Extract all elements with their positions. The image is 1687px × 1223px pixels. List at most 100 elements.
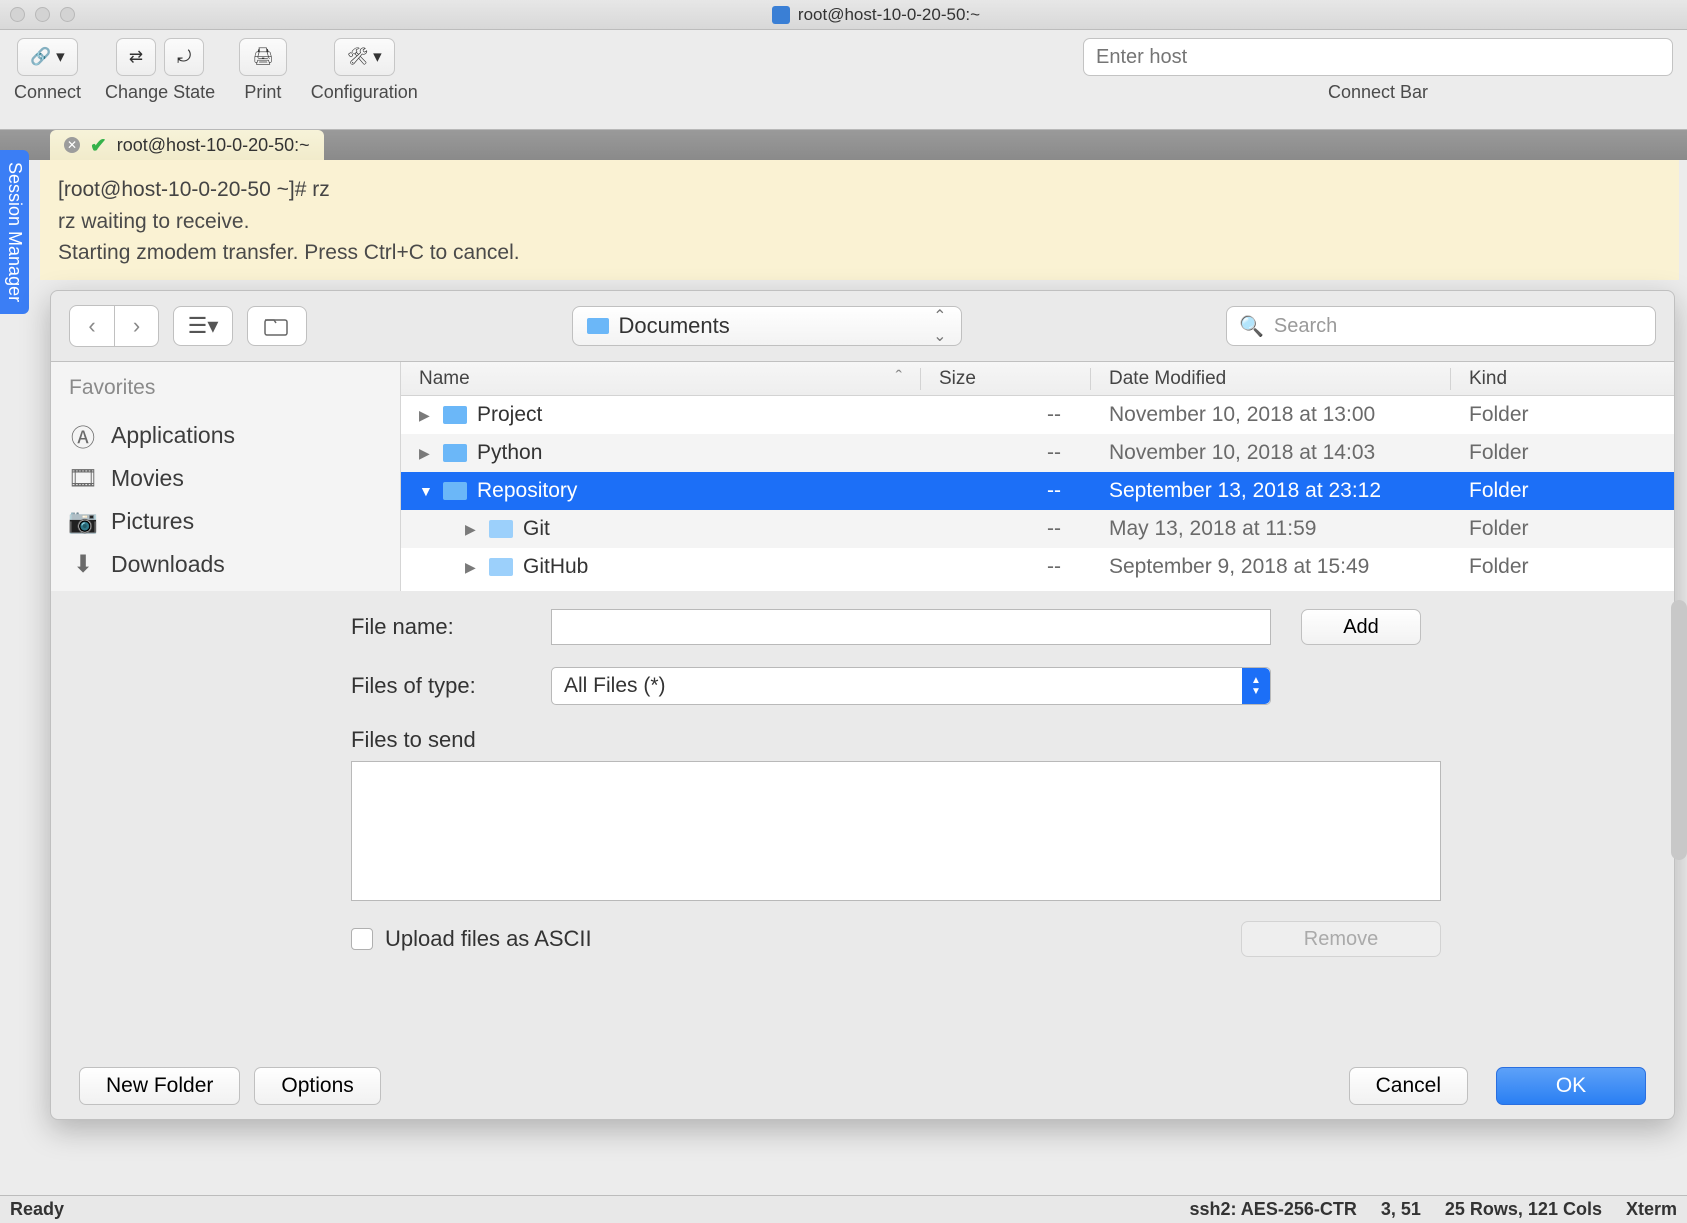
files-of-type-select[interactable]: All Files (*) ▲▼ <box>551 667 1271 705</box>
sidebar-item-label: Movies <box>111 465 184 492</box>
nav-back-forward: ‹ › <box>69 305 159 347</box>
sidebar-item-downloads[interactable]: ⬇ Downloads <box>69 543 400 586</box>
search-placeholder: Search <box>1274 315 1337 338</box>
status-position: 3, 51 <box>1381 1199 1421 1220</box>
status-term: Xterm <box>1626 1199 1677 1220</box>
sidebar-item-movies[interactable]: 🎞 Movies <box>69 457 400 500</box>
connect-bar-label: Connect Bar <box>1328 82 1428 103</box>
disclosure-icon[interactable]: ▶ <box>465 521 479 538</box>
status-ssh: ssh2: AES-256-CTR <box>1189 1199 1356 1220</box>
folder-icon <box>443 482 467 500</box>
path-dropdown[interactable]: Documents ⌃⌄ <box>572 306 962 346</box>
reconnect-button[interactable]: ⇄ <box>116 38 156 76</box>
file-kind: Folder <box>1451 555 1674 579</box>
file-kind: Folder <box>1451 441 1674 465</box>
session-tab[interactable]: ✕ ✔ root@host-10-0-20-50:~ <box>50 130 324 160</box>
column-name[interactable]: Nameˆ <box>401 368 921 390</box>
files-to-send-list[interactable] <box>351 761 1441 901</box>
status-bar: Ready ssh2: AES-256-CTR 3, 51 25 Rows, 1… <box>0 1195 1687 1223</box>
table-row[interactable]: ▶GitHub--September 9, 2018 at 15:49Folde… <box>401 548 1674 586</box>
column-headers: Nameˆ Size Date Modified Kind <box>401 362 1674 396</box>
file-size: -- <box>921 517 1091 541</box>
print-label: Print <box>244 82 281 103</box>
column-size[interactable]: Size <box>921 368 1091 390</box>
files-of-type-value: All Files (*) <box>564 674 666 698</box>
sidebar-item-applications[interactable]: Ⓐ Applications <box>69 414 400 457</box>
folder-icon <box>489 520 513 538</box>
new-folder-toolbar-button[interactable] <box>247 306 307 346</box>
cancel-button[interactable]: Cancel <box>1349 1067 1468 1105</box>
session-manager-tab[interactable]: Session Manager <box>0 150 29 314</box>
configuration-button[interactable]: 🛠 ▾ <box>334 38 395 76</box>
new-folder-button[interactable]: New Folder <box>79 1067 240 1105</box>
change-state-label: Change State <box>105 82 215 103</box>
favorites-sidebar: Favorites Ⓐ Applications 🎞 Movies 📷 Pict… <box>51 362 401 591</box>
tab-title: root@host-10-0-20-50:~ <box>117 135 310 156</box>
ok-button[interactable]: OK <box>1496 1067 1646 1105</box>
column-kind[interactable]: Kind <box>1451 368 1674 390</box>
options-button[interactable]: Options <box>254 1067 380 1105</box>
dialog-footer: New Folder Options Cancel OK <box>51 1067 1674 1105</box>
print-button[interactable]: 🖨 <box>239 38 287 76</box>
table-row[interactable]: ▶Git--May 13, 2018 at 11:59Folder <box>401 510 1674 548</box>
file-kind: Folder <box>1451 479 1674 503</box>
form-area: File name: Add Files of type: All Files … <box>51 591 1674 957</box>
upload-ascii-checkbox[interactable]: Upload files as ASCII <box>351 926 592 952</box>
app-icon <box>772 6 790 24</box>
pictures-icon: 📷 <box>69 510 97 534</box>
file-upload-dialog: ‹ › ☰▾ Documents ⌃⌄ 🔍 Search Favorites Ⓐ… <box>50 290 1675 1120</box>
back-button[interactable]: ‹ <box>70 306 114 346</box>
disclosure-icon[interactable]: ▶ <box>419 407 433 424</box>
files-to-send-label: Files to send <box>351 727 476 753</box>
traffic-zoom[interactable] <box>60 7 75 22</box>
chevron-right-icon: › <box>133 313 140 339</box>
window-titlebar: root@host-10-0-20-50:~ <box>0 0 1687 30</box>
close-tab-icon[interactable]: ✕ <box>64 137 80 153</box>
sidebar-item-label: Downloads <box>111 551 225 578</box>
main-toolbar: 🔗 ▾ Connect ⇄ ⤾ Change State 🖨 Print 🛠 ▾… <box>0 30 1687 130</box>
column-date[interactable]: Date Modified <box>1091 368 1451 390</box>
file-list: Nameˆ Size Date Modified Kind ▶Project--… <box>401 362 1674 591</box>
table-row[interactable]: ▶Python--November 10, 2018 at 14:03Folde… <box>401 434 1674 472</box>
disclosure-icon[interactable]: ▶ <box>419 445 433 462</box>
terminal[interactable]: [root@host-10-0-20-50 ~]# rz rz waiting … <box>40 160 1679 280</box>
disclosure-icon[interactable]: ▶ <box>465 559 479 576</box>
host-input[interactable] <box>1083 38 1673 76</box>
file-size: -- <box>921 479 1091 503</box>
file-date: September 9, 2018 at 15:49 <box>1091 555 1451 579</box>
files-of-type-label: Files of type: <box>351 673 551 699</box>
table-row[interactable]: ▶Project--November 10, 2018 at 13:00Fold… <box>401 396 1674 434</box>
sort-indicator-icon: ˆ <box>896 368 902 390</box>
file-date: May 13, 2018 at 11:59 <box>1091 517 1451 541</box>
search-box[interactable]: 🔍 Search <box>1226 306 1656 346</box>
status-dimensions: 25 Rows, 121 Cols <box>1445 1199 1602 1220</box>
file-kind: Folder <box>1451 403 1674 427</box>
connect-button[interactable]: 🔗 ▾ <box>17 38 77 76</box>
forward-button[interactable]: › <box>114 306 158 346</box>
remove-button: Remove <box>1241 921 1441 957</box>
path-label: Documents <box>619 313 730 339</box>
disconnect-icon: ⤾ <box>177 47 191 67</box>
file-name: Repository <box>477 479 577 503</box>
status-ready: Ready <box>10 1199 64 1220</box>
tab-strip: ✕ ✔ root@host-10-0-20-50:~ <box>0 130 1687 160</box>
link-icon: 🔗 ▾ <box>30 47 64 67</box>
checkbox-icon <box>351 928 373 950</box>
traffic-close[interactable] <box>10 7 25 22</box>
file-name-input[interactable] <box>551 609 1271 645</box>
add-button[interactable]: Add <box>1301 609 1421 645</box>
folder-icon <box>489 558 513 576</box>
upload-ascii-label: Upload files as ASCII <box>385 926 592 952</box>
connected-check-icon: ✔ <box>90 133 107 158</box>
dialog-toolbar: ‹ › ☰▾ Documents ⌃⌄ 🔍 Search <box>51 291 1674 361</box>
disclosure-icon[interactable]: ▼ <box>419 483 433 499</box>
disconnect-button[interactable]: ⤾ <box>164 38 204 76</box>
tools-icon: 🛠 ▾ <box>347 47 382 67</box>
scrollbar[interactable] <box>1671 600 1687 860</box>
view-mode-button[interactable]: ☰▾ <box>173 306 233 346</box>
traffic-minimize[interactable] <box>35 7 50 22</box>
connect-label: Connect <box>14 82 81 103</box>
sidebar-item-pictures[interactable]: 📷 Pictures <box>69 500 400 543</box>
table-row[interactable]: ▼Repository--September 13, 2018 at 23:12… <box>401 472 1674 510</box>
terminal-line: Starting zmodem transfer. Press Ctrl+C t… <box>58 237 1661 269</box>
